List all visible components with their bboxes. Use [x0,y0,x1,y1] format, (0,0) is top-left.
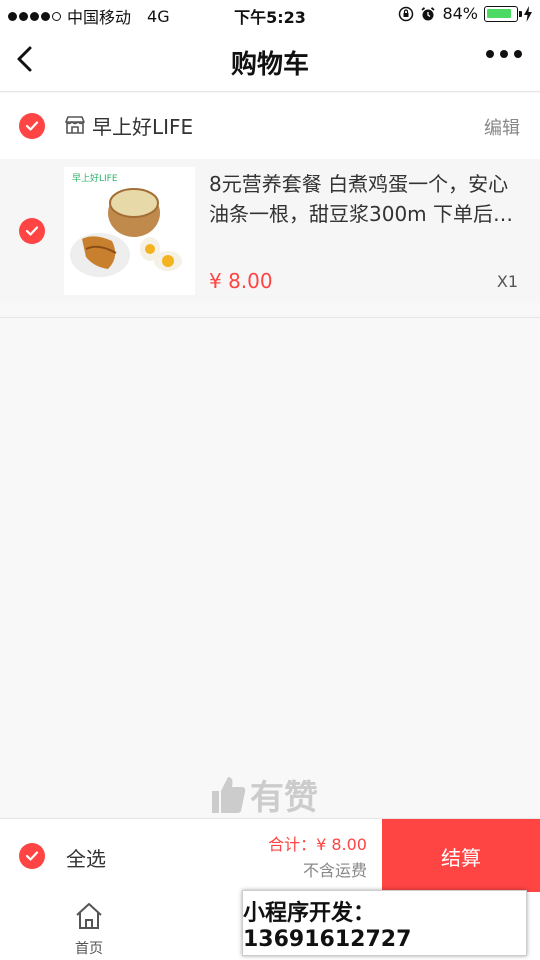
tab-home-label: 首页 [75,941,103,957]
cart-item[interactable]: 早上好LIFE 8元营养套餐 白煮鸡蛋一个，安心油条一根，甜豆浆300m 下单后… [0,159,540,303]
rotation-lock-icon [399,6,414,21]
more-dots-icon[interactable] [486,50,522,58]
charging-icon [524,5,532,22]
tab-home[interactable]: 首页 [64,900,114,958]
dot [514,50,522,58]
battery-icon [484,5,522,22]
select-all-label[interactable]: 全选 [66,843,106,872]
checkout-button[interactable]: 结算 [382,819,540,893]
checkmark-icon [25,851,39,861]
select-all-checkbox[interactable] [19,843,45,869]
store-icon [65,116,85,134]
status-bar: 中国移动 4G 下午5:23 84% [0,0,540,28]
promo-banner: 小程序开发：13691612727 [242,890,527,956]
product-image [70,188,182,277]
shop-header: 早上好LIFE 编辑 [0,93,540,159]
edit-button[interactable]: 编辑 [484,114,520,140]
divider [0,317,540,318]
product-price: ¥ 8.00 [209,269,273,293]
product-description[interactable]: 8元营养套餐 白煮鸡蛋一个，安心油条一根，甜豆浆300m 下单后… [209,169,525,229]
dot [500,50,508,58]
shipping-note: 不含运费 [302,861,367,880]
navigation-bar: 购物车 [0,28,540,92]
checkmark-icon [25,226,39,236]
item-checkbox[interactable] [19,218,45,244]
product-quantity: X1 [496,272,518,291]
checkmark-icon [25,121,39,131]
shop-checkbox[interactable] [19,113,45,139]
product-thumbnail[interactable]: 早上好LIFE [64,167,195,295]
alarm-icon [421,6,436,20]
youzan-watermark: 有赞 [210,770,318,819]
home-icon [76,903,102,929]
cart-page: 中国移动 4G 下午5:23 84% 购物车 早上好LIFE 编辑 早上好LIF… [0,0,540,960]
checkout-bar: 全选 合计：¥ 8.00 不含运费 结算 [0,818,540,893]
status-right: 84% [398,4,532,23]
page-title: 购物车 [230,50,309,80]
watermark-text: 有赞 [250,778,318,818]
shop-name[interactable]: 早上好LIFE [92,111,193,140]
thumbs-up-icon [212,776,246,813]
battery-fill [487,8,511,18]
battery-percent: 84% [442,4,478,23]
total-price: 合计：¥ 8.00 [268,835,367,854]
dot [486,50,494,58]
